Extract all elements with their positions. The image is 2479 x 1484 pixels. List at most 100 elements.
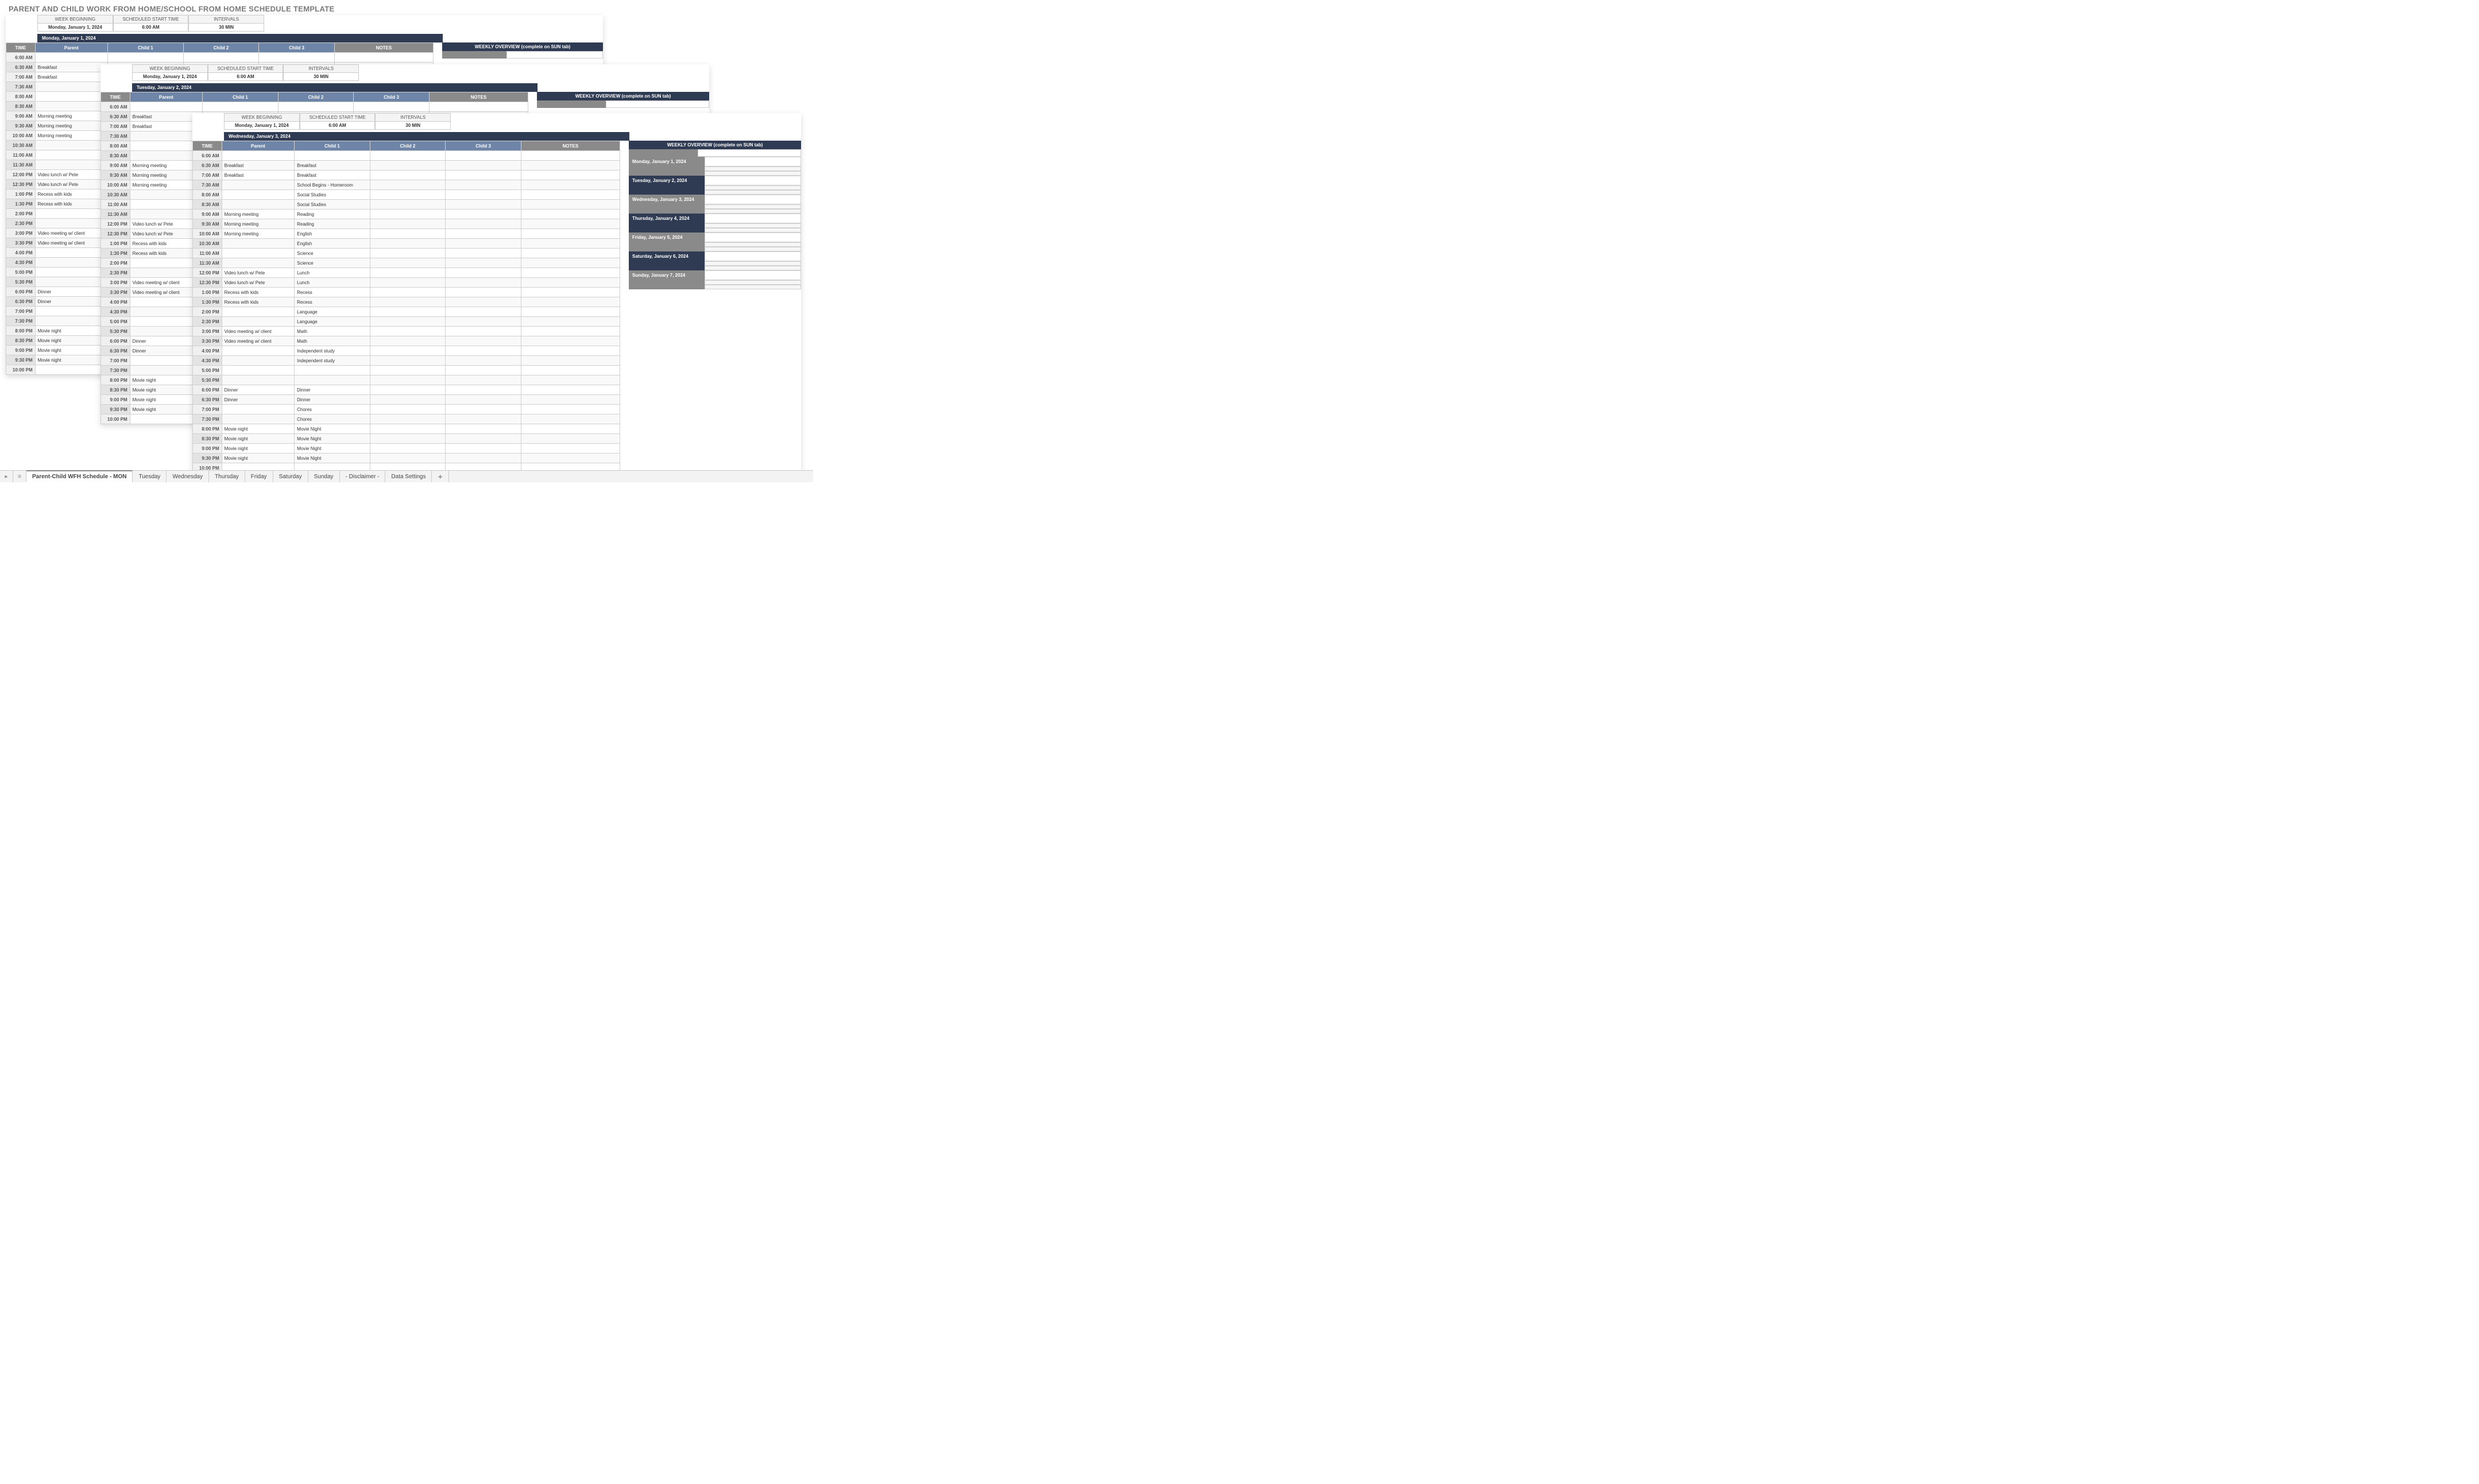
schedule-cell[interactable] (370, 366, 446, 375)
schedule-cell[interactable] (35, 82, 108, 92)
schedule-cell[interactable]: Recess with kids (222, 288, 295, 297)
schedule-cell[interactable] (521, 161, 620, 171)
schedule-cell[interactable]: Dinner (222, 385, 295, 395)
schedule-cell[interactable]: Dinner (35, 287, 108, 297)
sheet-tab[interactable]: Wednesday (167, 471, 209, 482)
schedule-cell[interactable] (370, 405, 446, 414)
schedule-cell[interactable]: Morning meeting (130, 180, 203, 190)
schedule-cell[interactable] (130, 307, 203, 317)
schedule-cell[interactable]: Dinner (295, 385, 370, 395)
schedule-cell[interactable]: Dinner (295, 395, 370, 405)
sheet-tab[interactable]: Saturday (273, 471, 308, 482)
schedule-cell[interactable]: Math (295, 327, 370, 336)
schedule-cell[interactable] (35, 316, 108, 326)
schedule-cell[interactable] (521, 180, 620, 190)
schedule-cell[interactable] (370, 336, 446, 346)
schedule-cell[interactable]: Movie night (222, 424, 295, 434)
schedule-cell[interactable] (130, 366, 203, 375)
schedule-cell[interactable] (521, 249, 620, 258)
schedule-cell[interactable] (35, 150, 108, 160)
overview-cell[interactable] (705, 280, 801, 285)
schedule-cell[interactable]: Morning meeting (222, 219, 295, 229)
schedule-cell[interactable]: Movie Night (295, 434, 370, 444)
schedule-cell[interactable] (446, 258, 521, 268)
schedule-cell[interactable] (521, 210, 620, 219)
schedule-cell[interactable] (370, 258, 446, 268)
schedule-cell[interactable]: School Begins - Homeroom (295, 180, 370, 190)
schedule-cell[interactable] (446, 327, 521, 336)
schedule-cell[interactable] (222, 405, 295, 414)
schedule-cell[interactable] (446, 356, 521, 366)
schedule-cell[interactable]: Lunch (295, 278, 370, 288)
schedule-cell[interactable] (130, 297, 203, 307)
schedule-cell[interactable] (521, 288, 620, 297)
schedule-cell[interactable] (521, 414, 620, 424)
schedule-cell[interactable] (446, 336, 521, 346)
schedule-cell[interactable]: Recess with kids (35, 199, 108, 209)
schedule-cell[interactable] (521, 385, 620, 395)
schedule-cell[interactable] (521, 219, 620, 229)
schedule-cell[interactable]: Breakfast (222, 161, 295, 171)
schedule-cell[interactable] (370, 161, 446, 171)
schedule-cell[interactable]: Movie night (222, 444, 295, 454)
schedule-cell[interactable]: Science (295, 249, 370, 258)
schedule-cell[interactable]: Breakfast (222, 171, 295, 180)
schedule-cell[interactable] (521, 434, 620, 444)
schedule-cell[interactable] (108, 53, 184, 63)
schedule-cell[interactable] (222, 249, 295, 258)
schedule-cell[interactable] (521, 327, 620, 336)
schedule-cell[interactable] (370, 346, 446, 356)
schedule-cell[interactable] (446, 278, 521, 288)
schedule-cell[interactable] (130, 131, 203, 141)
schedule-cell[interactable] (521, 171, 620, 180)
schedule-cell[interactable] (222, 307, 295, 317)
overview-cell[interactable] (705, 195, 801, 204)
schedule-cell[interactable] (521, 278, 620, 288)
schedule-cell[interactable]: Video lunch w/ Pete (130, 219, 203, 229)
schedule-cell[interactable] (370, 239, 446, 249)
schedule-cell[interactable]: Recess (295, 288, 370, 297)
schedule-cell[interactable]: Video lunch w/ Pete (35, 170, 108, 180)
schedule-cell[interactable] (370, 229, 446, 239)
sheet-tab[interactable]: Tuesday (133, 471, 167, 482)
schedule-cell[interactable] (35, 277, 108, 287)
schedule-cell[interactable]: Movie night (222, 434, 295, 444)
schedule-cell[interactable]: Chores (295, 405, 370, 414)
schedule-cell[interactable] (130, 200, 203, 210)
schedule-cell[interactable]: Dinner (130, 346, 203, 356)
schedule-cell[interactable] (446, 444, 521, 454)
schedule-cell[interactable] (370, 180, 446, 190)
schedule-cell[interactable]: English (295, 239, 370, 249)
schedule-cell[interactable] (222, 258, 295, 268)
schedule-cell[interactable]: Movie night (222, 454, 295, 463)
schedule-cell[interactable] (446, 434, 521, 444)
schedule-cell[interactable]: Video meeting w/ client (130, 288, 203, 297)
schedule-cell[interactable] (446, 190, 521, 200)
schedule-cell[interactable] (183, 53, 259, 63)
tab-scroll-left-icon[interactable]: ▸ (0, 471, 13, 482)
schedule-cell[interactable]: Breakfast (295, 171, 370, 180)
overview-cell[interactable] (705, 228, 801, 233)
tab-list-icon[interactable]: ≡ (13, 471, 26, 482)
schedule-cell[interactable]: Morning meeting (222, 229, 295, 239)
schedule-cell[interactable]: Recess with kids (35, 189, 108, 199)
schedule-cell[interactable] (446, 366, 521, 375)
schedule-cell[interactable] (521, 258, 620, 268)
schedule-cell[interactable] (446, 385, 521, 395)
schedule-cell[interactable] (35, 365, 108, 375)
schedule-cell[interactable]: Social Studies (295, 200, 370, 210)
schedule-cell[interactable] (521, 200, 620, 210)
schedule-cell[interactable]: Video lunch w/ Pete (35, 180, 108, 189)
schedule-cell[interactable] (370, 219, 446, 229)
sheet-tab[interactable]: - Disclaimer - (340, 471, 386, 482)
schedule-cell[interactable] (370, 375, 446, 385)
schedule-cell[interactable] (521, 454, 620, 463)
schedule-cell[interactable] (370, 171, 446, 180)
sheet-tab[interactable]: Friday (245, 471, 273, 482)
schedule-cell[interactable] (370, 434, 446, 444)
schedule-cell[interactable]: Movie Night (295, 454, 370, 463)
schedule-cell[interactable] (130, 102, 203, 112)
schedule-cell[interactable] (521, 444, 620, 454)
schedule-cell[interactable] (446, 395, 521, 405)
sheet-tab[interactable]: Thursday (209, 471, 245, 482)
